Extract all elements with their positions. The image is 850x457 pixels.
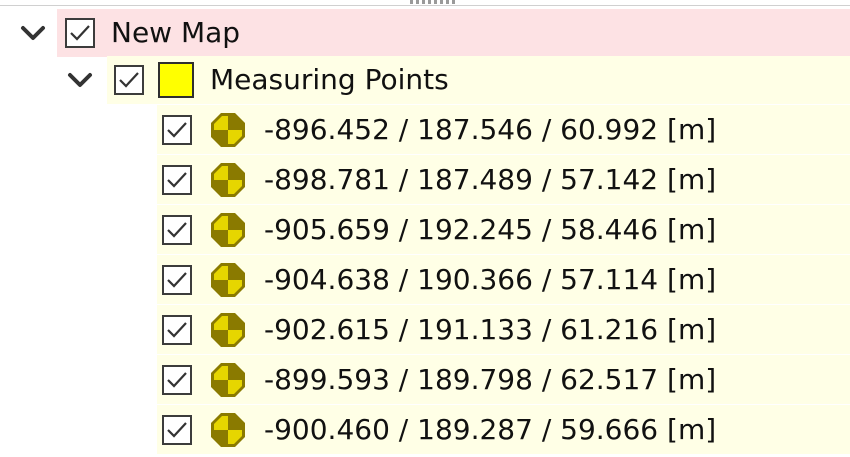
tree-node-point-4[interactable]: -904.638 / 190.366 / 57.114 [m]	[157, 255, 850, 304]
tree-node-new-map[interactable]: New Map	[57, 9, 850, 57]
measuring-point-icon	[210, 312, 246, 348]
point-checkbox[interactable]	[162, 414, 192, 445]
tree-node-point-3[interactable]: -905.659 / 192.245 / 58.446 [m]	[157, 205, 850, 254]
point-checkbox[interactable]	[162, 114, 192, 145]
chevron-down-icon[interactable]	[63, 63, 97, 97]
measuring-points-label: Measuring Points	[210, 63, 449, 96]
checkmark-icon	[167, 421, 187, 438]
point-checkbox[interactable]	[162, 214, 192, 245]
checkmark-icon	[167, 221, 187, 238]
point-checkbox[interactable]	[162, 264, 192, 295]
measuring-point-icon	[210, 412, 246, 448]
measuring-points-checkbox[interactable]	[114, 65, 144, 95]
new-map-label: New Map	[111, 16, 241, 49]
tree-node-point-1[interactable]: -896.452 / 187.546 / 60.992 [m]	[157, 105, 850, 154]
checkmark-icon	[167, 121, 187, 138]
checkmark-icon	[167, 371, 187, 388]
yellow-square-icon	[158, 62, 194, 98]
point-coordinates-label: -905.659 / 192.245 / 58.446 [m]	[264, 212, 717, 246]
tree-node-point-2[interactable]: -898.781 / 187.489 / 57.142 [m]	[157, 155, 850, 204]
checkmark-icon	[167, 321, 187, 338]
measuring-point-icon	[210, 212, 246, 248]
panel-divider	[0, 5, 850, 6]
point-coordinates-label: -902.615 / 191.133 / 61.216 [m]	[264, 312, 717, 346]
checkmark-icon	[119, 72, 139, 88]
chevron-down-icon[interactable]	[16, 16, 50, 50]
tree-node-point-6[interactable]: -899.593 / 189.798 / 62.517 [m]	[157, 355, 850, 404]
measuring-point-icon	[210, 162, 246, 198]
point-coordinates-label: -900.460 / 189.287 / 59.666 [m]	[264, 412, 717, 446]
checkmark-icon	[70, 25, 90, 41]
point-coordinates-label: -899.593 / 189.798 / 62.517 [m]	[264, 362, 717, 396]
measuring-point-icon	[210, 112, 246, 148]
checkmark-icon	[167, 171, 187, 188]
tree-node-point-7[interactable]: -900.460 / 189.287 / 59.666 [m]	[157, 405, 850, 454]
checkmark-icon	[167, 271, 187, 288]
resize-grip[interactable]	[410, 0, 455, 4]
point-checkbox[interactable]	[162, 364, 192, 395]
new-map-checkbox[interactable]	[65, 18, 95, 48]
layer-tree: New Map Measuring Points -896.452 / 187.…	[0, 0, 850, 457]
point-checkbox[interactable]	[162, 164, 192, 195]
point-checkbox[interactable]	[162, 314, 192, 345]
tree-node-point-5[interactable]: -902.615 / 191.133 / 61.216 [m]	[157, 305, 850, 354]
point-coordinates-label: -898.781 / 187.489 / 57.142 [m]	[264, 162, 717, 196]
measuring-point-icon	[210, 262, 246, 298]
tree-node-measuring-points[interactable]: Measuring Points	[107, 56, 850, 104]
measuring-point-icon	[210, 362, 246, 398]
point-coordinates-label: -896.452 / 187.546 / 60.992 [m]	[264, 112, 717, 146]
point-coordinates-label: -904.638 / 190.366 / 57.114 [m]	[264, 262, 717, 296]
